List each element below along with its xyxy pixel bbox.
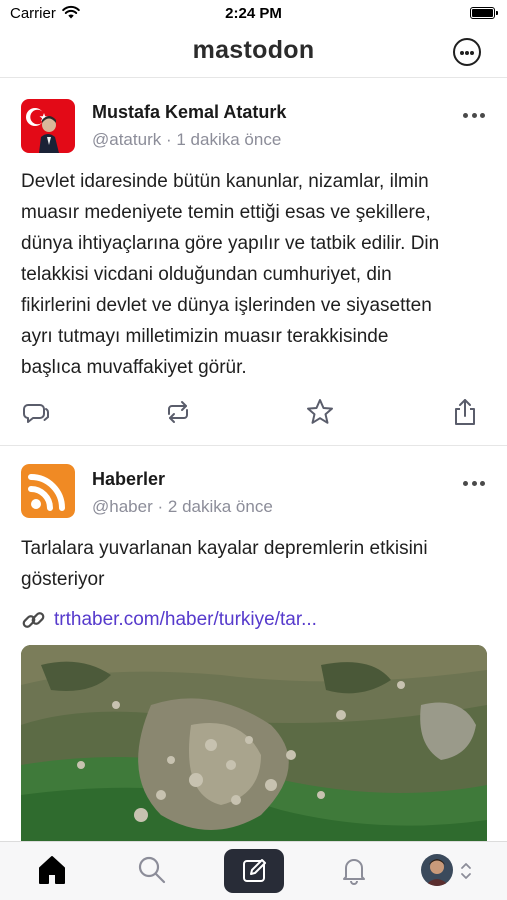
home-timeline[interactable]: Mustafa Kemal Ataturk @ataturk · 1 dakik…	[0, 79, 507, 841]
post-meta: @haber · 2 dakika önce	[92, 497, 273, 517]
profile-avatar-image	[421, 854, 453, 886]
navigation-bar: mastodon	[0, 30, 507, 78]
post-link[interactable]: trthaber.com/haber/turkiye/tar...	[54, 609, 317, 631]
favourite-icon[interactable]	[304, 396, 336, 428]
ataturk-avatar-image	[21, 99, 75, 153]
link-icon	[22, 612, 45, 628]
app-logo-title: mastodon	[192, 36, 315, 64]
media-preview-image[interactable]	[21, 645, 487, 841]
avatar[interactable]	[21, 464, 75, 518]
post-content: Tarlalara yuvarlanan kayalar depremlerin…	[21, 533, 491, 595]
post-timestamp[interactable]: 1 dakika önce	[176, 130, 281, 149]
post-actions	[0, 396, 507, 428]
meta-separator: ·	[157, 497, 164, 516]
content-line: muasır medeniyete temin ettiği esas ve ş…	[21, 202, 431, 223]
post-meta: @ataturk · 1 dakika önce	[92, 130, 281, 150]
content-line: dünya ihtiyaçlarına göre yapılır ve tatb…	[21, 233, 440, 254]
tab-bar	[0, 841, 507, 900]
battery-icon	[470, 7, 498, 19]
content-line: başlıca muvaffakiyet görür.	[21, 357, 247, 378]
compose-button[interactable]	[224, 849, 284, 893]
avatar[interactable]	[21, 99, 75, 153]
aerial-field-photo	[21, 645, 487, 841]
reply-icon[interactable]	[19, 396, 51, 428]
content-line: Tarlalara yuvarlanan kayalar depremlerin…	[21, 538, 428, 559]
post-content: Devlet idaresinde bütün kanunlar, nizaml…	[21, 166, 491, 383]
notifications-icon[interactable]	[334, 850, 374, 890]
content-line: telakkisi vicdani olduğundan cumhuriyet,…	[21, 264, 392, 285]
home-icon[interactable]	[32, 850, 72, 890]
post-more-icon[interactable]	[461, 111, 487, 119]
profile-avatar[interactable]	[421, 854, 453, 886]
boost-icon[interactable]	[162, 396, 194, 428]
content-line: gösteriyor	[21, 569, 105, 590]
meta-separator: ·	[165, 130, 172, 149]
post-timestamp[interactable]: 2 dakika önce	[168, 497, 273, 516]
author-display-name[interactable]: Mustafa Kemal Ataturk	[92, 102, 286, 123]
search-icon[interactable]	[132, 850, 172, 890]
mastodon-app-screen: Carrier 2:24 PM mastodon Mustafa Kemal A…	[0, 0, 507, 900]
share-icon[interactable]	[449, 396, 481, 428]
status-post[interactable]: Haberler @haber · 2 dakika önce Tarlalar…	[0, 447, 507, 841]
author-handle[interactable]: @ataturk	[92, 130, 161, 149]
status-post[interactable]: Mustafa Kemal Ataturk @ataturk · 1 dakik…	[0, 79, 507, 446]
status-bar: Carrier 2:24 PM	[0, 0, 507, 30]
link-preview-row[interactable]: trthaber.com/haber/turkiye/tar...	[21, 607, 491, 635]
author-display-name[interactable]: Haberler	[92, 469, 165, 490]
ellipsis-circle-icon[interactable]	[453, 38, 481, 66]
content-line: fikirlerini devlet ve dünya işlerinden v…	[21, 295, 432, 316]
rss-avatar-image	[21, 464, 75, 518]
clock: 2:24 PM	[225, 5, 282, 22]
content-line: ayrı tutmayı milletimizin muasır terakki…	[21, 326, 389, 347]
post-more-icon[interactable]	[461, 479, 487, 487]
compose-icon	[243, 859, 266, 882]
author-handle[interactable]: @haber	[92, 497, 153, 516]
content-line: Devlet idaresinde bütün kanunlar, nizaml…	[21, 171, 429, 192]
account-switcher-chevron-icon[interactable]	[460, 861, 472, 881]
